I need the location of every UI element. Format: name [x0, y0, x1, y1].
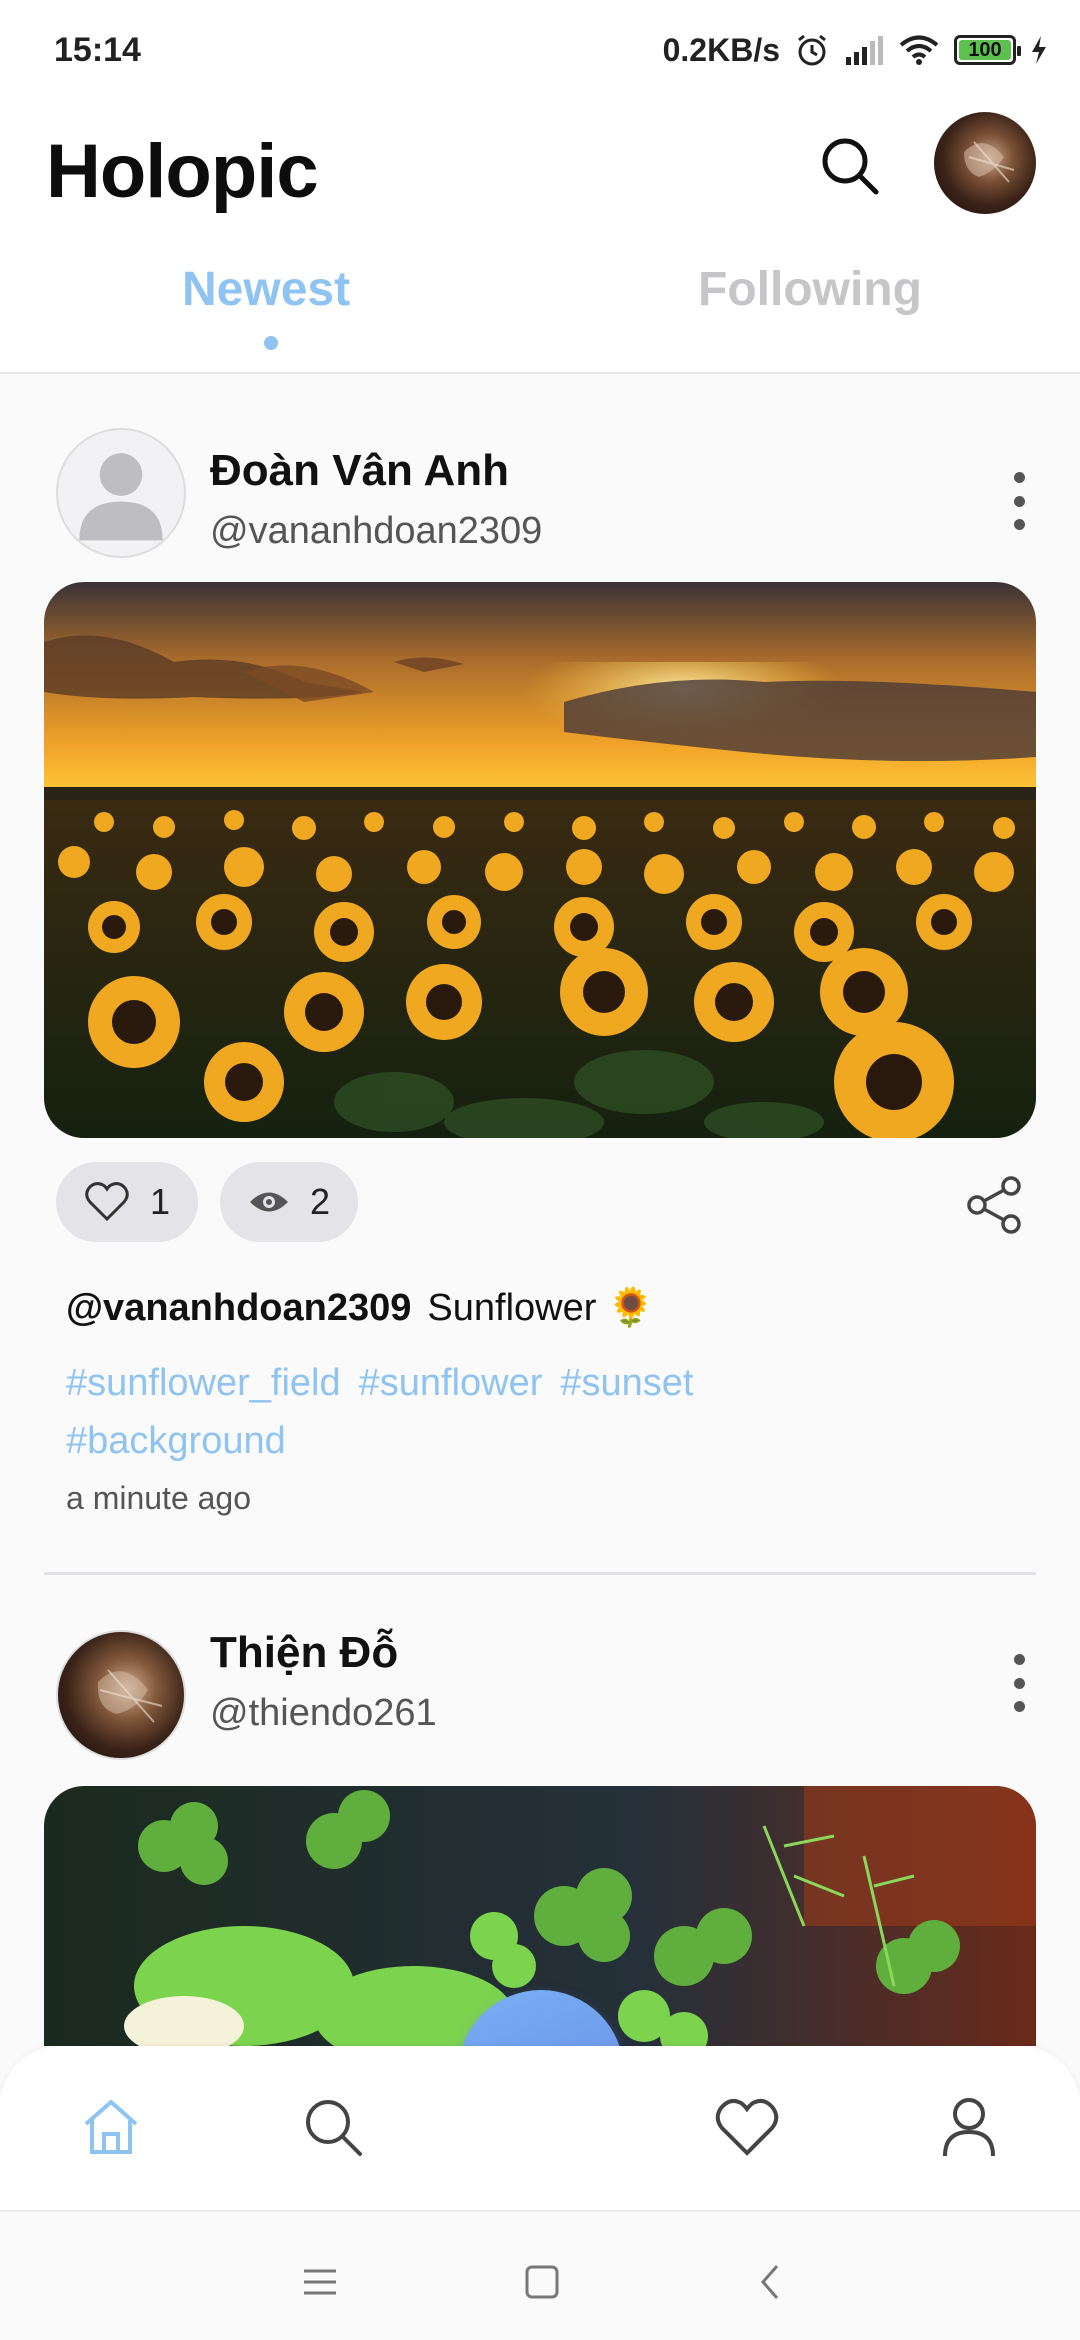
search-icon — [306, 2100, 362, 2156]
share-button[interactable] — [964, 1174, 1026, 1236]
tab-following[interactable]: Following — [698, 262, 922, 317]
like-button[interactable]: 1 — [56, 1162, 199, 1242]
header-search-button[interactable] — [810, 126, 890, 206]
nav-favorites[interactable] — [702, 2082, 792, 2172]
alarm-icon — [798, 34, 826, 66]
post-timestamp: a minute ago — [66, 1480, 252, 1516]
nav-home[interactable] — [66, 2082, 156, 2172]
sunflower-field-photo — [44, 582, 1036, 1138]
like-count: 1 — [150, 1181, 171, 1222]
active-tab-indicator — [264, 336, 278, 350]
avatar-photo — [964, 141, 1015, 183]
nav-search[interactable] — [288, 2082, 378, 2172]
caption-text: Sunflower 🌻 — [427, 1287, 655, 1329]
hashtag[interactable]: #sunflower_field — [66, 1362, 341, 1404]
app-header: Holopic — [0, 100, 1080, 250]
status-bar: 15:14 0.2KB/s 100 — [0, 0, 1080, 100]
back-chevron-icon — [761, 2265, 779, 2299]
post-divider — [44, 1572, 1036, 1575]
status-indicators: 0.2KB/s 100 — [663, 32, 1048, 69]
profile-icon — [943, 2098, 995, 2157]
heart-icon — [85, 1182, 129, 1222]
signal-icon — [846, 36, 883, 65]
system-navigation-bar — [0, 2210, 1080, 2340]
back-button[interactable] — [740, 2252, 800, 2312]
post-author-name[interactable]: Đoàn Vân Anh — [210, 446, 509, 496]
square-icon — [525, 2265, 559, 2299]
eye-icon — [250, 1192, 289, 1212]
user-avatar[interactable] — [934, 112, 1036, 214]
post-image[interactable] — [44, 582, 1036, 1138]
post-author-avatar[interactable] — [56, 1630, 186, 1760]
caption-username[interactable]: @vananhdoan2309 — [66, 1287, 411, 1329]
post-author-name[interactable]: Thiện Đỗ — [210, 1628, 398, 1678]
views-indicator: 2 — [220, 1162, 359, 1242]
net-speed: 0.2KB/s — [662, 31, 780, 68]
nav-profile[interactable] — [924, 2082, 1014, 2172]
search-icon — [822, 138, 879, 195]
home-system-button[interactable] — [512, 2252, 572, 2312]
share-icon — [967, 1176, 1021, 1234]
status-time: 15:14 — [54, 30, 141, 69]
wifi-icon — [899, 35, 939, 65]
post-more-button[interactable] — [1002, 1648, 1036, 1718]
menu-icon — [304, 2269, 336, 2295]
post-hashtags: #sunflower_field #sunflower #sunset #backgr… — [66, 1354, 966, 1470]
post-author-avatar[interactable] — [56, 428, 186, 558]
recent-apps-button[interactable] — [290, 2252, 350, 2312]
post-caption: @vananhdoan2309 Sunflower 🌻 — [66, 1286, 654, 1330]
hashtag[interactable]: #sunflower — [359, 1362, 543, 1404]
hashtag[interactable]: #background — [66, 1420, 286, 1462]
battery-icon: 100 — [954, 35, 1021, 65]
hashtag[interactable]: #sunset — [560, 1362, 693, 1404]
default-user-icon — [79, 453, 163, 541]
post-actions: 1 2 — [56, 1162, 359, 1242]
heart-icon — [715, 2098, 779, 2156]
view-count: 2 — [310, 1181, 331, 1222]
avatar-photo — [97, 1669, 163, 1723]
post-more-button[interactable] — [1002, 466, 1036, 536]
battery-level: 100 — [968, 38, 1002, 61]
tab-newest[interactable]: Newest — [182, 262, 350, 317]
home-icon — [84, 2100, 138, 2154]
post-author-handle[interactable]: @thiendo261 — [210, 1692, 437, 1735]
app-title: Holopic — [46, 129, 319, 214]
post-author-handle[interactable]: @vananhdoan2309 — [210, 510, 542, 553]
charging-icon — [1032, 36, 1046, 64]
feed-tabs: Newest Following — [0, 250, 1080, 374]
bottom-navigation — [0, 2046, 1080, 2210]
